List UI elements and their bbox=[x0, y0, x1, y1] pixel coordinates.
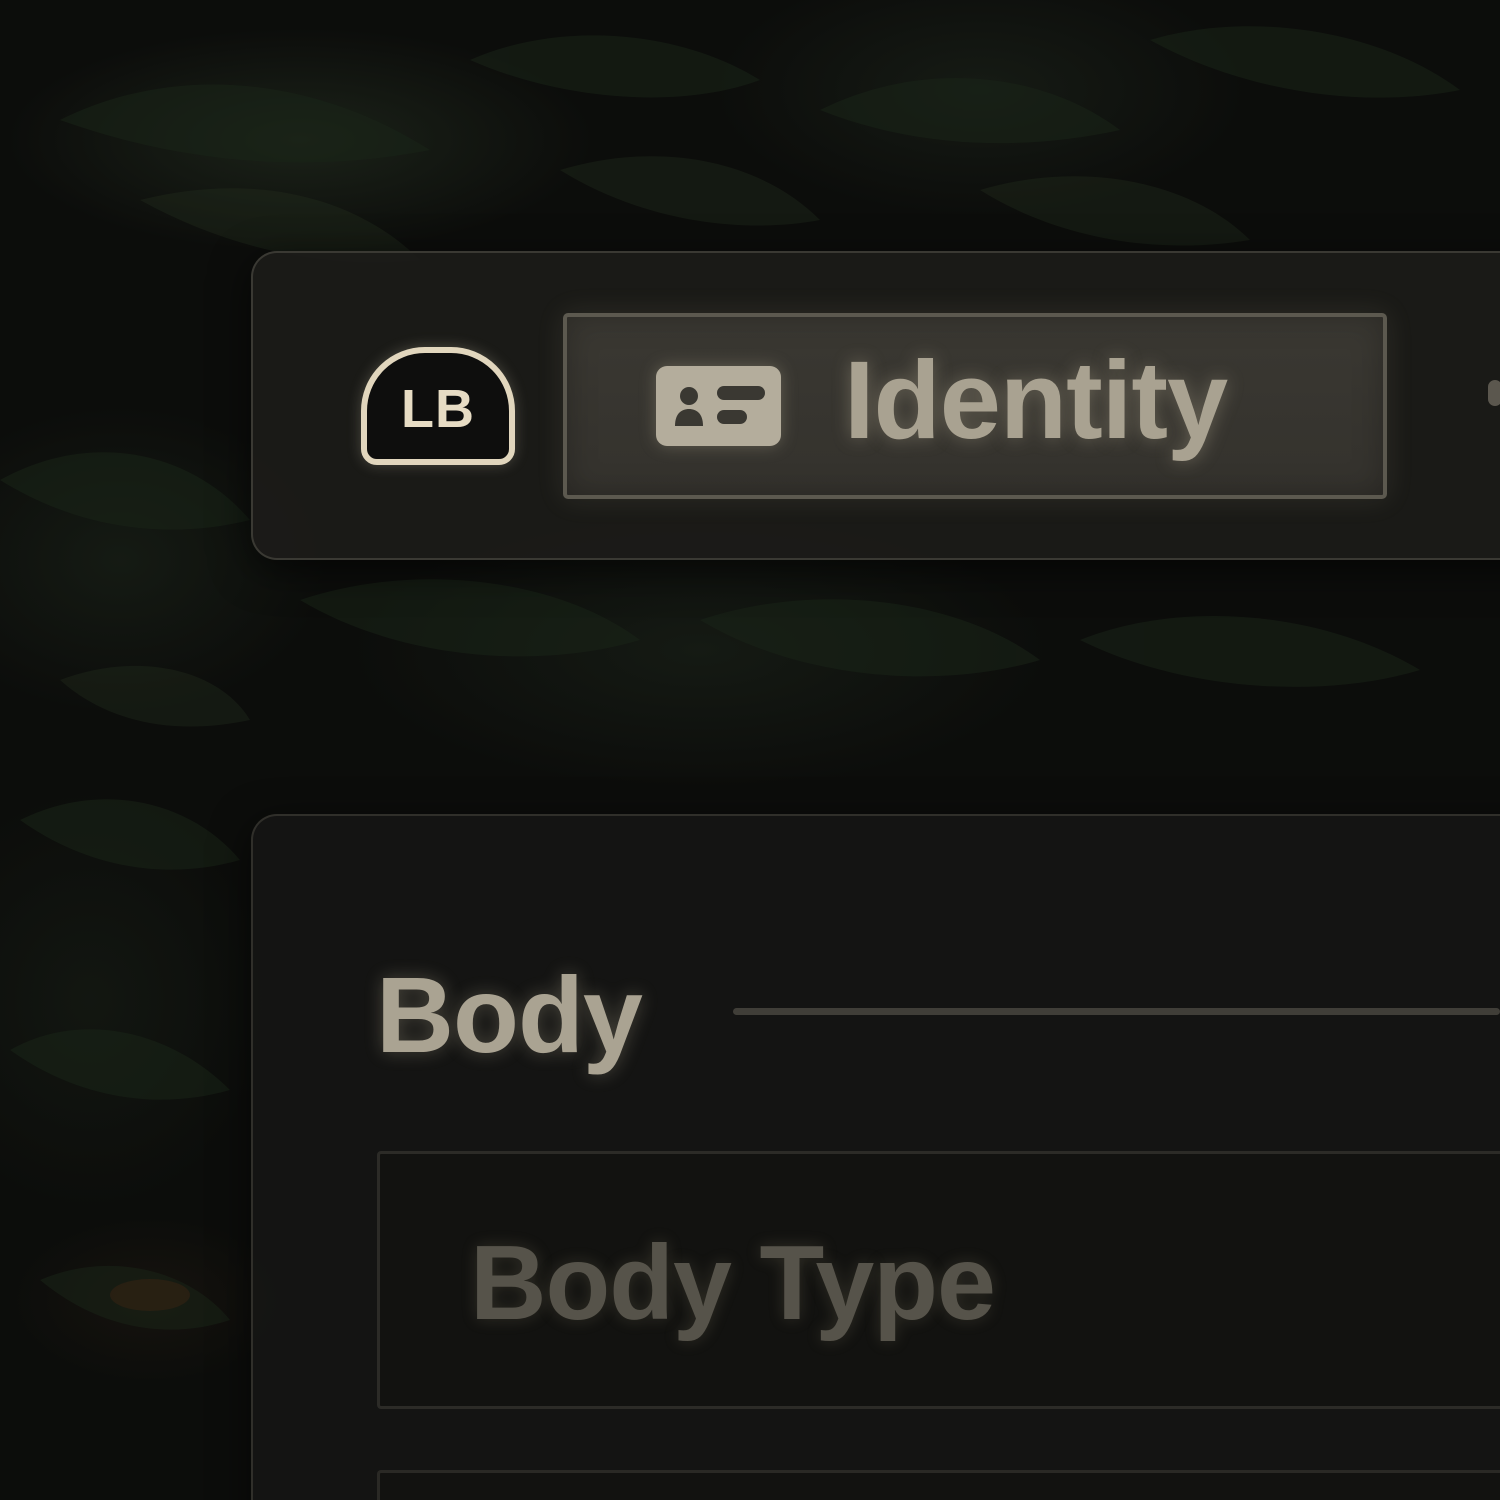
game-menu-screen: LB Identity Body Body Type bbox=[0, 0, 1500, 1500]
lb-label: LB bbox=[401, 379, 475, 439]
next-tab-hint bbox=[1488, 380, 1500, 406]
tab-identity-label: Identity bbox=[844, 339, 1228, 462]
option-row-next[interactable] bbox=[377, 1470, 1500, 1500]
lb-bumper-button[interactable]: LB bbox=[361, 347, 515, 465]
id-card-icon bbox=[656, 366, 781, 446]
option-label-body-type: Body Type bbox=[470, 1224, 996, 1342]
section-title-body: Body bbox=[376, 954, 643, 1075]
section-divider bbox=[733, 1008, 1500, 1015]
